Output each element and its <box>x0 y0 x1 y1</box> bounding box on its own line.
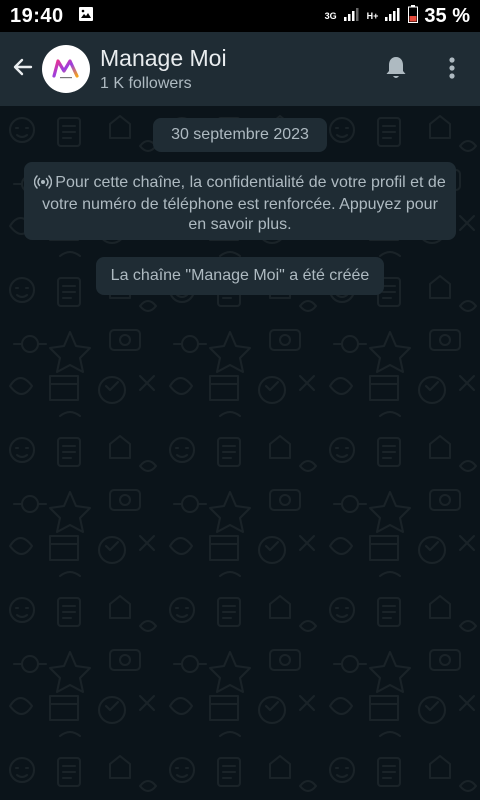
arrow-left-icon <box>11 55 35 84</box>
back-button[interactable] <box>4 32 42 106</box>
signal-icon-2 <box>384 7 402 26</box>
battery-icon <box>408 4 419 28</box>
channel-title-block[interactable]: Manage Moi 1 K followers <box>100 44 227 94</box>
gallery-notification-icon <box>78 6 94 27</box>
privacy-notice-text: Pour cette chaîne, la confidentialité de… <box>42 174 446 233</box>
notifications-button[interactable] <box>378 52 414 88</box>
channel-avatar[interactable] <box>42 45 90 93</box>
battery-percent: 35 % <box>424 4 470 27</box>
followers-count: 1 K followers <box>100 75 192 92</box>
channel-logo-icon <box>52 59 79 79</box>
channel-header: Manage Moi 1 K followers <box>0 32 480 106</box>
more-vertical-icon <box>448 56 456 85</box>
more-options-button[interactable] <box>434 52 470 88</box>
date-separator: 30 septembre 2023 <box>153 118 327 152</box>
bell-icon <box>384 55 408 86</box>
status-time: 19:40 <box>10 4 64 27</box>
network-type-label-2: H+ <box>366 10 379 21</box>
signal-icon <box>343 7 361 26</box>
status-bar: 19:40 3G H+ 35 % <box>0 0 480 32</box>
broadcast-icon <box>34 175 53 195</box>
channel-created-notice: La chaîne "Manage Moi" a été créée <box>96 257 384 295</box>
network-type-label: 3G <box>324 10 337 21</box>
chat-area[interactable]: 30 septembre 2023 Pour cette chaîne, la … <box>0 106 480 800</box>
privacy-notice-bubble[interactable]: Pour cette chaîne, la confidentialité de… <box>24 162 456 240</box>
channel-name: Manage Moi <box>100 45 227 71</box>
